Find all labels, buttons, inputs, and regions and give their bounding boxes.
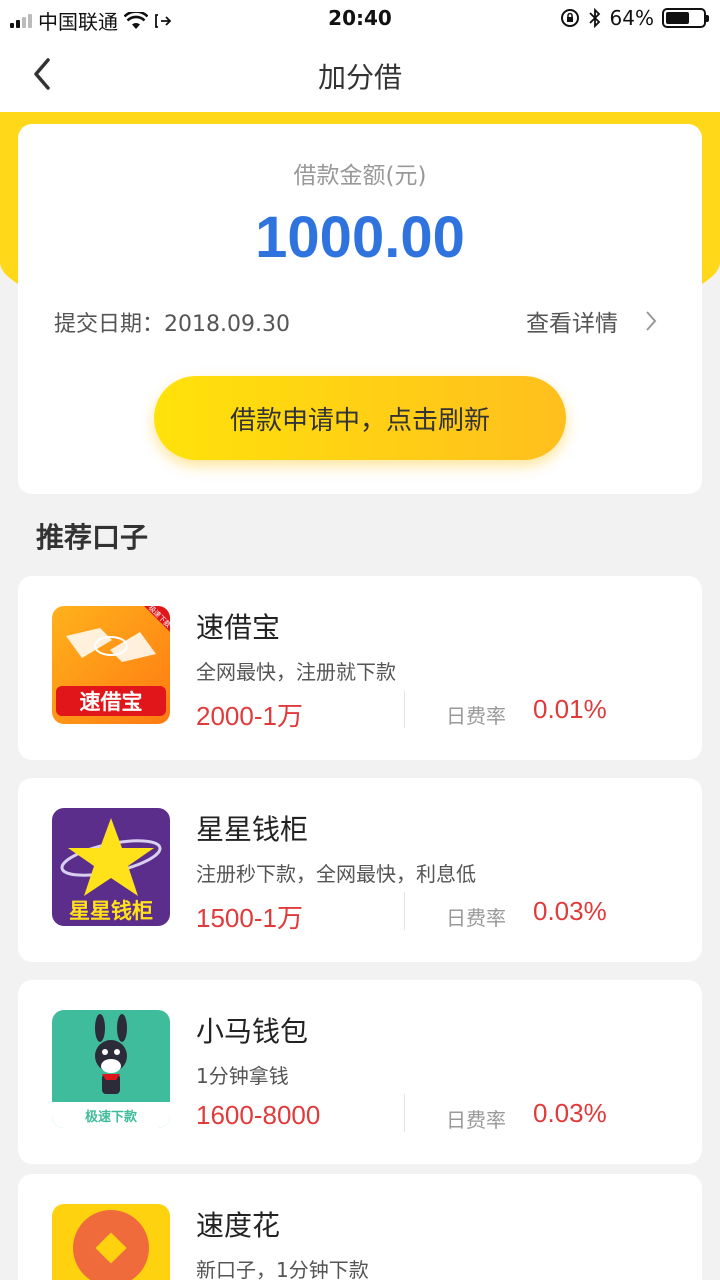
product-card[interactable]: 极速下款 速借宝 速借宝 全网最快，注册就下款 2000-1万 日费率 0.01… — [18, 576, 702, 760]
product-description: 全网最快，注册就下款 — [196, 660, 396, 684]
product-description: 注册秒下款，全网最快，利息低 — [196, 862, 476, 886]
orientation-lock-icon — [560, 9, 579, 27]
logo-text: 星星钱柜 — [69, 899, 153, 923]
daily-rate-label: 日费率 — [446, 906, 506, 930]
bluetooth-icon — [588, 8, 600, 28]
view-details-label: 查看详情 — [526, 311, 618, 337]
loan-range: 1600-8000 — [196, 1100, 321, 1130]
daily-rate: 0.01% — [533, 694, 607, 724]
daily-rate-label: 日费率 — [446, 704, 506, 728]
logo-text: 极速下款 — [85, 1109, 138, 1125]
product-description: 1分钟拿钱 — [196, 1064, 289, 1088]
nav-bar: 加分借 — [0, 36, 720, 112]
product-card[interactable]: 星星钱柜 星星钱柜 注册秒下款，全网最快，利息低 1500-1万 日费率 0.0… — [18, 778, 702, 962]
product-card[interactable]: 速度花 新口子，1分钟下款 — [18, 1174, 702, 1280]
divider — [404, 1094, 405, 1132]
submit-date: 提交日期：2018.09.30 — [54, 312, 290, 337]
loan-range: 2000-1万 — [196, 701, 303, 731]
battery-percent: 64% — [609, 6, 654, 30]
divider — [404, 892, 405, 930]
battery-icon — [662, 8, 709, 28]
product-card[interactable]: 极速下款 小马钱包 1分钟拿钱 1600-8000 日费率 0.03% — [18, 980, 702, 1164]
loan-amount-label: 借款金额(元) — [293, 163, 427, 189]
loan-range: 1500-1万 — [196, 903, 303, 933]
product-name: 速借宝 — [196, 611, 281, 644]
daily-rate-label: 日费率 — [446, 1108, 506, 1132]
status-bar: 中国联通 20:40 64% — [0, 0, 720, 36]
xiaoma-logo: 极速下款 — [52, 1010, 170, 1128]
product-name: 速度花 — [196, 1209, 281, 1242]
divider — [404, 690, 405, 728]
page-title: 加分借 — [317, 61, 402, 94]
sujiebao-logo: 极速下款 速借宝 — [52, 606, 170, 724]
logo-text: 速借宝 — [80, 690, 143, 714]
xingxing-logo: 星星钱柜 — [52, 808, 170, 926]
loan-status-card: 借款金额(元) 1000.00 提交日期：2018.09.30 查看详情 借款申… — [18, 124, 702, 494]
product-name: 星星钱柜 — [196, 813, 309, 846]
daily-rate: 0.03% — [533, 1098, 607, 1128]
daily-rate: 0.03% — [533, 896, 607, 926]
product-description: 新口子，1分钟下款 — [196, 1258, 369, 1280]
status-right: 64% — [560, 6, 709, 30]
chevron-right-icon — [646, 311, 657, 331]
section-title: 推荐口子 — [36, 521, 149, 554]
sudu-hua-logo — [52, 1204, 170, 1280]
loan-amount-value: 1000.00 — [255, 205, 465, 270]
refresh-application-button[interactable]: 借款申请中，点击刷新 — [154, 376, 566, 460]
view-details-link[interactable]: 查看详情 — [526, 304, 658, 338]
product-name: 小马钱包 — [196, 1015, 309, 1048]
